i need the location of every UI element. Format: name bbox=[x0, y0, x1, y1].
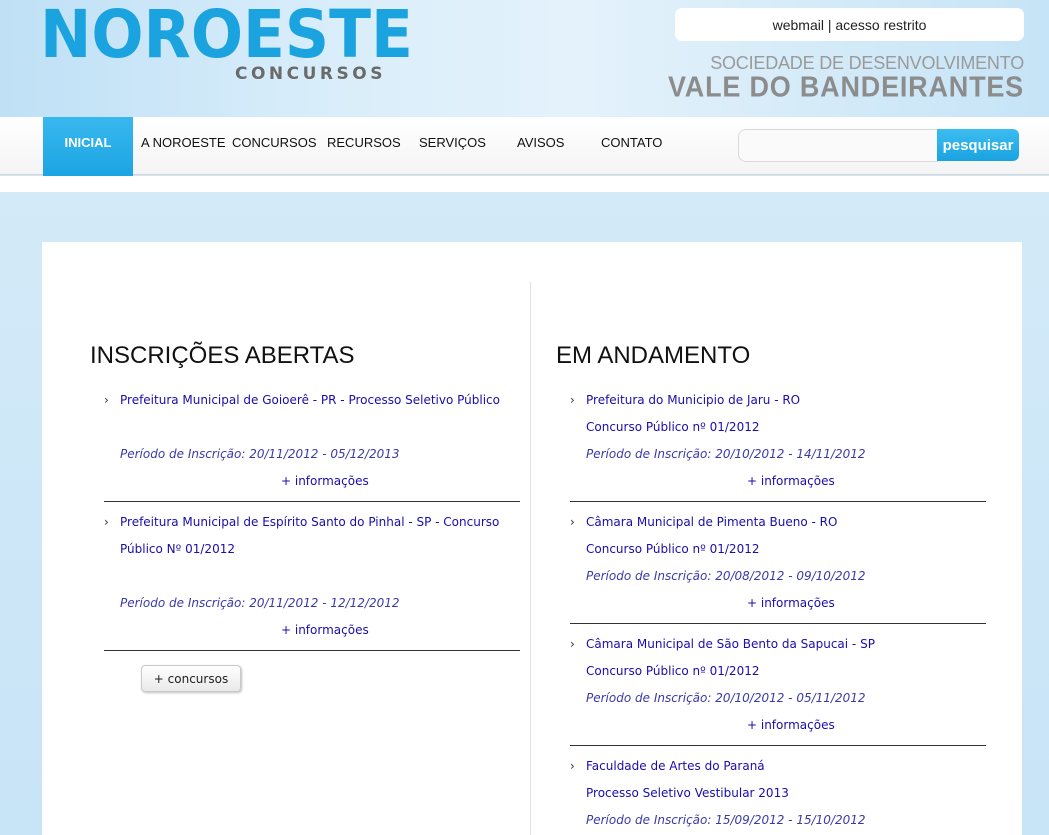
entry-separator bbox=[570, 623, 986, 624]
entry-period: Período de Inscrição: 20/10/2012 - 05/11… bbox=[586, 691, 866, 705]
chevron-right-icon: › bbox=[570, 637, 575, 651]
logo-sub-text: CONCURSOS bbox=[235, 64, 386, 84]
entry-separator bbox=[104, 501, 520, 502]
webmail-bar: webmail | acesso restrito bbox=[675, 8, 1024, 41]
entry-period: Período de Inscrição: 20/08/2012 - 09/10… bbox=[586, 569, 866, 583]
chevron-right-icon: › bbox=[570, 393, 575, 407]
entry-period: Período de Inscrição: 20/11/2012 - 05/12… bbox=[120, 447, 400, 461]
entry-subtitle-link[interactable]: Concurso Público nº 01/2012 bbox=[586, 658, 986, 685]
entry-separator bbox=[570, 745, 986, 746]
open-registrations-title: INSCRIÇÕES ABERTAS bbox=[90, 342, 355, 369]
more-info-link[interactable]: + informações bbox=[747, 468, 835, 495]
entry-subtitle-link[interactable]: Concurso Público nº 01/2012 bbox=[586, 536, 986, 563]
nav-bottom-strip bbox=[0, 176, 1049, 192]
nav-item-avisos[interactable]: AVISOS bbox=[517, 135, 564, 150]
entry-title-link[interactable]: Câmara Municipal de Pimenta Bueno - RO bbox=[586, 509, 986, 536]
more-info-link[interactable]: + informações bbox=[747, 712, 835, 739]
entry-separator bbox=[570, 501, 986, 502]
chevron-right-icon: › bbox=[104, 393, 109, 407]
entry-title-link[interactable]: Prefeitura Municipal de Espírito Santo d… bbox=[120, 509, 520, 536]
search-input[interactable] bbox=[738, 129, 938, 162]
more-info-link[interactable]: + informações bbox=[747, 590, 835, 617]
more-info-link[interactable]: + informações bbox=[281, 617, 369, 644]
chevron-right-icon: › bbox=[570, 515, 575, 529]
entry-title-link[interactable]: Faculdade de Artes do Paraná bbox=[586, 753, 986, 780]
ongoing-title: EM ANDAMENTO bbox=[556, 342, 751, 369]
nav-item-contato[interactable]: CONTATO bbox=[601, 135, 662, 150]
column-divider bbox=[530, 282, 531, 835]
entry-title-link[interactable]: Câmara Municipal de São Bento da Sapucai… bbox=[586, 631, 986, 658]
entry-title-link[interactable]: Prefeitura do Municipio de Jaru - RO bbox=[586, 387, 986, 414]
entry-subtitle-link[interactable]: Concurso Público nº 01/2012 bbox=[586, 414, 986, 441]
logo-main-text[interactable]: NOROESTE bbox=[40, 2, 413, 68]
entry-subtitle-link[interactable]: Processo Seletivo Vestibular 2013 bbox=[586, 780, 986, 807]
main-content: INSCRIÇÕES ABERTAS › Prefeitura Municipa… bbox=[42, 242, 1022, 835]
entry-period: Período de Inscrição: 20/11/2012 - 12/12… bbox=[120, 596, 400, 610]
entry-period: Período de Inscrição: 15/09/2012 - 15/10… bbox=[586, 813, 866, 827]
main-nav: INICIAL A NOROESTE CONCURSOS RECURSOS SE… bbox=[0, 117, 1049, 189]
entry-separator bbox=[104, 650, 520, 651]
nav-item-label: INICIAL bbox=[64, 135, 112, 150]
site-header: NOROESTE CONCURSOS webmail | acesso rest… bbox=[0, 0, 1049, 117]
entry-title-link[interactable]: Prefeitura Municipal de Goioerê - PR - P… bbox=[120, 387, 520, 414]
nav-item-concursos[interactable]: CONCURSOS bbox=[232, 135, 317, 150]
chevron-right-icon: › bbox=[104, 515, 109, 529]
nav-item-a-noroeste[interactable]: A NOROESTE bbox=[141, 135, 226, 150]
webmail-link[interactable]: webmail | acesso restrito bbox=[773, 17, 927, 33]
org-name-line2: VALE DO BANDEIRANTES bbox=[667, 71, 1024, 103]
more-contests-button[interactable]: + concursos bbox=[141, 665, 241, 692]
entry-period: Período de Inscrição: 20/10/2012 - 14/11… bbox=[586, 447, 866, 461]
chevron-right-icon: › bbox=[570, 759, 575, 773]
search-button[interactable]: pesquisar bbox=[937, 129, 1019, 161]
entry-title-link-continued[interactable]: Público Nº 01/2012 bbox=[120, 536, 520, 563]
more-info-link[interactable]: + informações bbox=[281, 468, 369, 495]
nav-item-servicos[interactable]: SERVIÇOS bbox=[419, 135, 486, 150]
nav-item-recursos[interactable]: RECURSOS bbox=[327, 135, 401, 150]
